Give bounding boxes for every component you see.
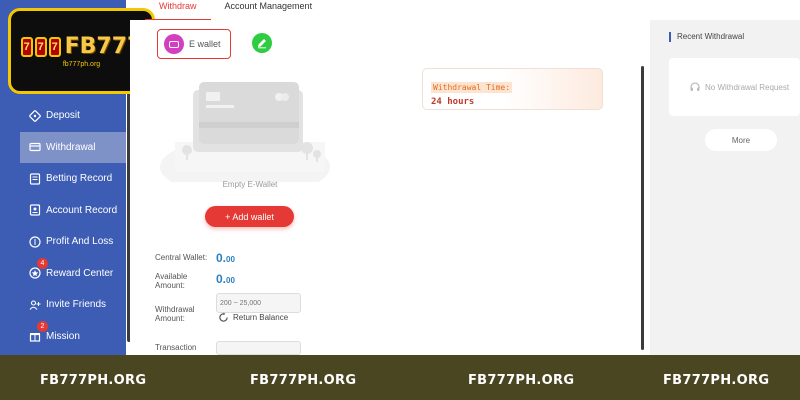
available-amount-integer: 0. bbox=[216, 272, 227, 286]
available-amount-decimals: 00 bbox=[226, 276, 235, 285]
main-scrollbar[interactable] bbox=[641, 66, 644, 350]
sidebar-item-label: Mission bbox=[46, 330, 80, 342]
logo-mark: 7 7 7 FB777 bbox=[20, 34, 142, 59]
sidebar-item-deposit[interactable]: Deposit bbox=[20, 100, 126, 132]
refresh-icon bbox=[219, 312, 228, 322]
empty-wallet-illustration bbox=[160, 82, 330, 182]
footer-domain: FB777PH.ORG bbox=[663, 373, 770, 388]
no-withdrawal-text: No Withdrawal Request bbox=[705, 82, 790, 92]
slot-reel: 7 bbox=[48, 36, 61, 57]
headset-icon bbox=[690, 82, 700, 91]
central-wallet-integer: 0. bbox=[216, 251, 227, 265]
sidebar-item-withdrawal[interactable]: Withdrawal bbox=[20, 131, 126, 163]
deposit-icon bbox=[28, 109, 42, 123]
ewallet-button[interactable]: E wallet bbox=[157, 29, 231, 59]
sidebar-item-label: Withdrawal bbox=[46, 141, 96, 153]
withdrawal-time-card: Withdrawal Time: 24 hours bbox=[422, 68, 603, 110]
invite-friends-icon bbox=[28, 298, 42, 312]
central-wallet-label: Central Wallet: bbox=[155, 253, 208, 262]
empty-wallet-label: Empty E-Wallet bbox=[222, 180, 278, 189]
central-wallet-value: 0.00 bbox=[216, 251, 235, 265]
sidebar-item-label: Profit And Loss bbox=[46, 236, 114, 248]
sidebar-item-reward-center[interactable]: 4 Reward Center bbox=[20, 257, 126, 290]
recent-withdrawal-list: No Withdrawal Request bbox=[669, 58, 800, 116]
mission-count-badge: 2 bbox=[37, 320, 48, 332]
logo-domain: fb777ph.org bbox=[62, 61, 101, 68]
reward-count-badge: 4 bbox=[37, 257, 48, 269]
sidebar-item-account-record[interactable]: Account Record bbox=[20, 195, 126, 227]
sidebar-item-profit-and-loss[interactable]: Profit And Loss bbox=[20, 226, 126, 258]
sidebar-item-label: Betting Record bbox=[46, 173, 113, 185]
withdrawal-amount-input[interactable] bbox=[216, 293, 301, 313]
betting-record-icon bbox=[28, 172, 42, 186]
transaction-label: Transaction bbox=[155, 343, 197, 352]
tab-withdraw[interactable]: Withdraw bbox=[145, 0, 211, 20]
add-wallet-button[interactable]: + Add wallet bbox=[205, 206, 294, 227]
return-balance-label: Return Balance bbox=[233, 313, 289, 322]
sidebar-item-label: Deposit bbox=[46, 110, 80, 122]
ewallet-label: E wallet bbox=[189, 39, 221, 49]
withdrawal-icon bbox=[28, 140, 42, 154]
available-amount-label: Available Amount: bbox=[155, 272, 188, 290]
profit-loss-icon bbox=[28, 235, 42, 249]
wallet-icon bbox=[164, 34, 184, 54]
account-record-icon bbox=[28, 203, 42, 217]
central-wallet-decimals: 00 bbox=[226, 255, 235, 264]
sidebar-item-mission[interactable]: 2 Mission bbox=[20, 320, 126, 353]
sidebar-item-label: Account Record bbox=[46, 204, 118, 216]
top-tabs: Withdraw Account Management bbox=[145, 0, 326, 20]
sidebar-nav: Deposit Withdrawal Betting Record Accoun… bbox=[20, 100, 126, 352]
footer-banner: FB777PH.ORG FB777PH.ORG FB777PH.ORG FB77… bbox=[0, 355, 800, 400]
edit-icon[interactable] bbox=[252, 33, 272, 53]
slot-reel: 7 bbox=[34, 36, 47, 57]
withdrawal-amount-label: Withdrawal Amount: bbox=[155, 305, 195, 323]
slot-reels-icon: 7 7 7 bbox=[20, 36, 61, 57]
sidebar-item-label: Invite Friends bbox=[46, 299, 107, 311]
footer-domain: FB777PH.ORG bbox=[40, 373, 147, 388]
more-button[interactable]: More bbox=[705, 129, 777, 151]
withdrawal-time-value: 24 hours bbox=[431, 97, 475, 107]
available-amount-value: 0.00 bbox=[216, 272, 235, 286]
transaction-select[interactable] bbox=[216, 341, 301, 355]
footer-domain: FB777PH.ORG bbox=[468, 373, 575, 388]
sidebar-item-invite-friends[interactable]: Invite Friends bbox=[20, 289, 126, 321]
return-balance-button[interactable]: Return Balance bbox=[218, 312, 288, 323]
footer-domain: FB777PH.ORG bbox=[250, 373, 357, 388]
withdrawal-time-title: Withdrawal Time: bbox=[431, 82, 513, 93]
slot-reel: 7 bbox=[20, 36, 33, 57]
recent-withdrawal-title: Recent Withdrawal bbox=[669, 32, 744, 42]
tab-account-management[interactable]: Account Management bbox=[211, 0, 327, 20]
sidebar-item-label: Reward Center bbox=[46, 267, 114, 279]
sidebar-item-betting-record[interactable]: Betting Record bbox=[20, 163, 126, 195]
